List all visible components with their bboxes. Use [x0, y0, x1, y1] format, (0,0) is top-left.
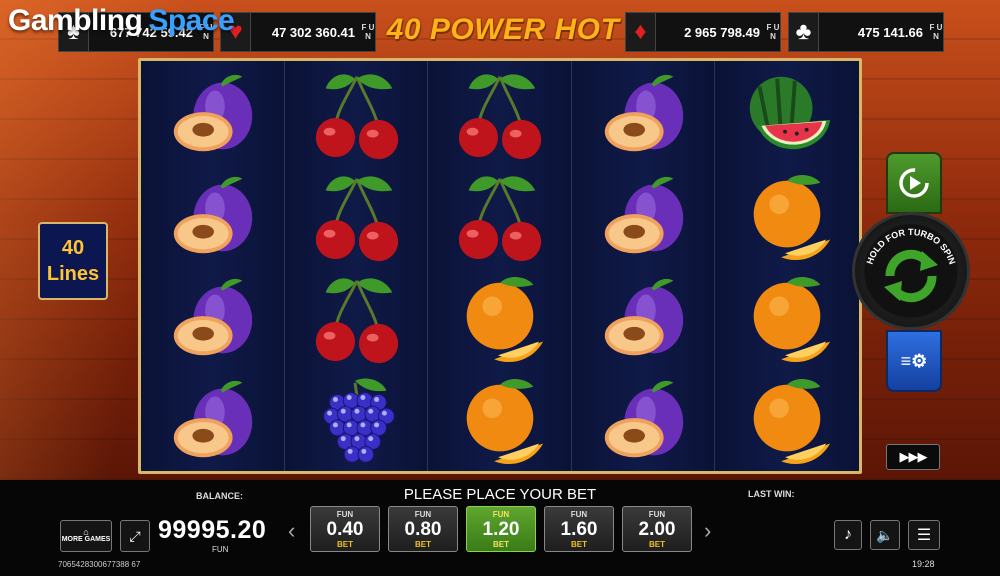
plum-symbol	[141, 371, 285, 473]
orange-symbol	[428, 371, 572, 473]
cherry-symbol	[428, 65, 572, 167]
fullscreen-button[interactable]: ⤢	[120, 520, 150, 552]
site-logo: Gambling Space	[8, 4, 235, 37]
balance-unit: FUN	[212, 545, 229, 554]
music-button[interactable]: ♪	[834, 520, 862, 550]
bet-label: BET	[571, 539, 587, 549]
orange-symbol	[715, 167, 859, 269]
balance-value: 99995.20	[158, 516, 267, 544]
reel-2	[284, 61, 429, 473]
reel-3	[428, 61, 572, 471]
plum-symbol	[572, 65, 716, 167]
svg-text:HOLD FOR TURBO SPIN: HOLD FOR TURBO SPIN	[865, 227, 958, 266]
more-games-icon: ⌂	[83, 527, 89, 537]
plum-symbol	[572, 269, 716, 371]
orange-symbol	[715, 269, 859, 371]
bet-option-0.40[interactable]: FUN 0.40 BET	[310, 506, 380, 552]
jackpot-value: 2 965 798.49	[684, 24, 760, 40]
settings-gear-icon: ≡⚙	[900, 350, 928, 371]
bet-fun-label: FUN	[336, 509, 354, 519]
plum-symbol	[141, 65, 285, 167]
bet-fun-label: FUN	[492, 509, 510, 519]
bet-fun-label: FUN	[570, 509, 588, 519]
orange-symbol	[715, 371, 859, 473]
reels-area	[138, 58, 862, 474]
bet-value: 0.40	[326, 518, 364, 540]
speaker-icon: 🔈	[876, 526, 894, 543]
bet-prev-icon[interactable]: ‹	[288, 518, 295, 544]
sound-button[interactable]: 🔈	[870, 520, 900, 550]
bet-value: 1.60	[560, 518, 598, 540]
bet-fun-label: FUN	[648, 509, 666, 519]
lines-badge: 40 Lines	[38, 222, 108, 300]
hamburger-icon: ☰	[916, 527, 932, 544]
autoplay-button[interactable]	[886, 152, 942, 214]
session-id: 7065428300677388 67	[58, 560, 141, 569]
plum-symbol	[572, 371, 716, 473]
bet-option-1.20[interactable]: FUN 1.20 BET	[466, 506, 536, 552]
spin-button[interactable]: HOLD FOR TURBO SPIN	[852, 212, 970, 330]
bet-next-icon[interactable]: ›	[704, 518, 711, 544]
bet-label: BET	[493, 539, 509, 549]
bet-settings-button[interactable]: ≡⚙	[886, 330, 942, 392]
jackpot-fun-label: F U N	[929, 23, 943, 41]
reel-4	[571, 61, 716, 473]
lines-count: 40	[61, 237, 85, 259]
bet-option-0.80[interactable]: FUN 0.80 BET	[388, 506, 458, 552]
jackpot-club: ♣ 475 141.66 F U N	[788, 12, 944, 52]
clock: 19:28	[912, 559, 935, 569]
game-title: 40 POWER HOT	[386, 13, 620, 46]
reel-5	[715, 61, 859, 471]
more-games-button[interactable]: ⌂ MORE GAMES	[60, 520, 112, 552]
menu-button[interactable]: ☰	[908, 520, 940, 550]
grapes-symbol	[285, 371, 429, 473]
plum-symbol	[572, 167, 716, 269]
cherry-symbol	[285, 269, 429, 371]
fullscreen-icon: ⤢	[129, 527, 141, 544]
cherry-symbol	[285, 167, 429, 269]
diamond-icon: ♦	[626, 13, 656, 51]
bet-label: BET	[649, 539, 665, 549]
autoplay-icon	[899, 168, 929, 198]
jackpot-fun-label: F U N	[361, 23, 375, 41]
bet-value: 1.20	[482, 518, 520, 540]
bet-label: BET	[415, 539, 431, 549]
jackpot-fun-label: F U N	[766, 23, 780, 41]
bet-fun-label: FUN	[414, 509, 432, 519]
music-note-icon: ♪	[844, 526, 852, 543]
balance-label: BALANCE:	[196, 491, 243, 501]
club-icon: ♣	[789, 13, 819, 51]
quick-spin-button[interactable]: ▶▶▶	[886, 444, 940, 470]
turbo-spin-label: HOLD FOR TURBO SPIN	[865, 227, 958, 266]
jackpot-diamond: ♦ 2 965 798.49 F U N	[625, 12, 781, 52]
last-win-label: LAST WIN:	[748, 489, 795, 499]
status-message: PLEASE PLACE YOUR BET	[403, 486, 597, 503]
jackpot-value: 475 141.66	[857, 24, 923, 40]
cherry-symbol	[428, 167, 572, 269]
plum-symbol	[141, 167, 285, 269]
watermelon-symbol	[715, 65, 859, 167]
orange-symbol	[428, 269, 572, 371]
bet-label: BET	[337, 539, 353, 549]
bet-value: 0.80	[404, 518, 442, 540]
bet-option-2.00[interactable]: FUN 2.00 BET	[622, 506, 692, 552]
bet-option-1.60[interactable]: FUN 1.60 BET	[544, 506, 614, 552]
lines-label: Lines	[46, 263, 100, 285]
bet-value: 2.00	[638, 518, 676, 540]
plum-symbol	[141, 269, 285, 371]
jackpot-value: 47 302 360.41	[271, 24, 355, 40]
cherry-symbol	[285, 65, 429, 167]
reel-1	[141, 61, 285, 471]
jackpot-heart: ♥ 47 302 360.41 F U N	[220, 12, 376, 52]
